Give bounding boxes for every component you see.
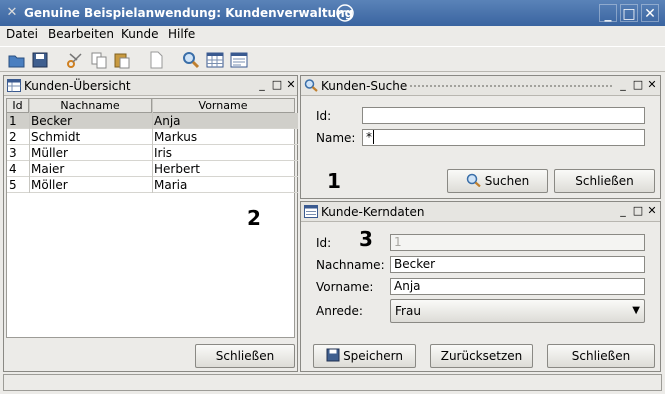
menu-hilfe[interactable]: Hilfe [168,27,195,41]
maximize-frame-button[interactable]: □ [632,78,644,92]
cell-vorname: Iris [154,146,173,160]
column-divider [29,99,30,193]
cell-vorname: Maria [154,178,188,192]
cell-nachname: Möller [31,178,68,192]
close-frame-button[interactable]: ✕ [646,204,658,218]
cell-nachname: Maier [31,162,65,176]
region-marker: 2 [247,206,261,230]
menu-bar: Datei Bearbeiten Kunde Hilfe [0,26,665,44]
name-label: Name: [316,131,356,145]
close-window-button[interactable]: ✕ [641,4,659,22]
menu-bearbeiten[interactable]: Bearbeiten [48,27,114,41]
minimize-frame-button[interactable]: _ [256,78,268,92]
column-divider [152,99,153,193]
search-titlebar[interactable]: Kunden-Suche _ □ ✕ [301,76,660,96]
logo-icon [336,4,354,22]
menu-kunde[interactable]: Kunde [121,27,158,41]
table-icon[interactable] [206,51,224,69]
salutation-value: Frau [395,304,421,318]
detail-close-button[interactable]: Schließen [547,344,655,368]
cell-id: 3 [9,146,17,160]
cell-vorname: Herbert [154,162,200,176]
copy-icon[interactable] [90,51,108,69]
search-icon [304,79,318,92]
search-name-value: * [366,130,372,144]
search-button-label: Suchen [484,174,530,188]
cell-vorname: Markus [154,130,198,144]
toolbar [0,46,665,72]
firstname-input[interactable]: Anja [390,278,645,295]
overview-close-button[interactable]: Schließen [195,344,295,368]
detail-title: Kunde-Kerndaten [321,205,425,219]
form-icon[interactable] [230,51,248,69]
detail-frame: Kunde-Kerndaten _ □ ✕ Id: 3 1 Nachname: … [300,201,661,372]
save-icon[interactable] [31,51,49,69]
cut-icon[interactable] [66,51,84,69]
form-icon [304,205,318,218]
cell-nachname: Schmidt [31,130,81,144]
search-title: Kunden-Suche [321,79,408,93]
cell-id: 2 [9,130,17,144]
lastname-input[interactable]: Becker [390,256,645,273]
maximize-window-button[interactable]: □ [620,4,638,22]
detail-id-field: 1 [390,234,645,251]
id-label: Id: [316,109,332,123]
search-frame: Kunden-Suche _ □ ✕ Id: Name: * 1 Suchen … [300,75,661,199]
firstname-label: Vorname: [316,280,374,294]
save-button[interactable]: Speichern [313,344,416,368]
lastname-label: Nachname: [316,258,385,272]
cell-id: 4 [9,162,17,176]
search-id-input[interactable] [362,107,645,124]
overview-frame: Kunden-Übersicht _ □ ✕ Id Nachname Vorna… [3,75,298,372]
window-title: Genuine Beispielanwendung: Kundenverwalt… [24,6,354,20]
cell-id: 1 [9,114,17,128]
new-icon[interactable] [147,51,165,69]
text-cursor [373,130,374,144]
region-marker: 1 [327,169,341,193]
cell-nachname: Becker [31,114,73,128]
search-name-input[interactable]: * [362,129,645,146]
status-bar [3,374,662,391]
maximize-frame-button[interactable]: □ [271,78,283,92]
overview-title: Kunden-Übersicht [24,79,131,93]
reset-button[interactable]: Zurücksetzen [430,344,533,368]
column-header-nachname[interactable]: Nachname [29,99,152,113]
close-frame-button[interactable]: ✕ [285,78,297,92]
search-icon[interactable] [182,51,200,69]
cell-vorname: Anja [154,114,181,128]
detail-titlebar[interactable]: Kunde-Kerndaten _ □ ✕ [301,202,660,222]
column-header-vorname[interactable]: Vorname [152,99,295,113]
search-button[interactable]: Suchen [447,169,548,193]
salutation-label: Anrede: [316,304,363,318]
paste-icon[interactable] [113,51,131,69]
title-bar: ✕ Genuine Beispielanwendung: Kundenverwa… [0,0,665,26]
salutation-select[interactable]: Frau ▼ [390,299,645,323]
app-icon[interactable]: ✕ [4,5,20,21]
cell-id: 5 [9,178,17,192]
drag-handle[interactable] [409,84,613,89]
minimize-window-button[interactable]: _ [599,4,617,22]
column-header-id[interactable]: Id [7,99,29,113]
detail-id-label: Id: [316,236,332,250]
overview-titlebar[interactable]: Kunden-Übersicht _ □ ✕ [4,76,297,96]
menu-datei[interactable]: Datei [6,27,38,41]
minimize-frame-button[interactable]: _ [617,204,629,218]
table-icon [7,79,21,92]
search-person-icon [466,172,482,188]
search-close-button[interactable]: Schließen [554,169,655,193]
minimize-frame-button[interactable]: _ [617,78,629,92]
maximize-frame-button[interactable]: □ [632,204,644,218]
open-icon[interactable] [8,51,26,69]
save-icon [326,347,340,362]
region-marker: 3 [359,227,373,251]
chevron-down-icon: ▼ [632,305,640,316]
save-button-label: Speichern [343,349,403,363]
close-frame-button[interactable]: ✕ [646,78,658,92]
cell-nachname: Müller [31,146,68,160]
